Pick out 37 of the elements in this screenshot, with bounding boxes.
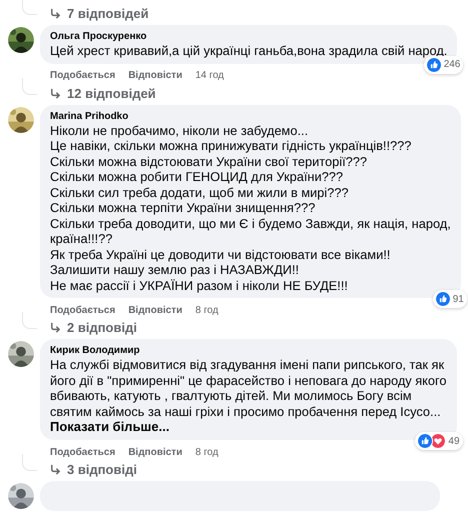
- see-more-link[interactable]: Показати більше...: [50, 419, 447, 435]
- thread-connector: [22, 454, 37, 471]
- thread-connector: [22, 78, 37, 94]
- thread-connector: [22, 0, 37, 15]
- reply-arrow-icon: [50, 464, 61, 475]
- comment-action-link[interactable]: Подобається: [50, 70, 116, 81]
- comment-action-link[interactable]: Подобається: [50, 304, 116, 316]
- timestamp[interactable]: 8 год: [195, 446, 218, 458]
- thread-connector: [22, 312, 37, 329]
- view-replies-link[interactable]: 2 відповіді: [67, 320, 137, 335]
- heart-icon: [430, 433, 446, 449]
- comment-text: Цей хрест кривавий,а цій українці ганьба,вона зрадила свій народ.: [50, 43, 448, 58]
- author-name[interactable]: Кирик Володимир: [50, 344, 447, 357]
- view-replies-link[interactable]: 7 відповідей: [67, 6, 149, 21]
- comment-action-link[interactable]: Відповісти: [128, 304, 182, 316]
- view-replies-link[interactable]: 3 відповіді: [67, 462, 137, 477]
- comment-action-link[interactable]: Відповісти: [128, 70, 182, 81]
- comment-text: Ніколи не пробачимо, ніколи не забудемо... Це навіки, скільки можна принижувати гідність українців!!??? Скільки можна відстоювати України свої території??? Скільки можна робити ГЕНОЦИД для України??? Скільки сил треба додати, щоб ми жили в мирі??? Скільки можна терпіти України знищення??? Скільки треба доводити, що ми Є і будемо Завжди, як нація, народ, країна!!!?? Як треба Україні це доводити чи відстоювати все віками!! Залишити нашу землю раз і НАЗАВЖДИ!! Не має рассії і УКРАЇНИ разом і ніколи НЕ БУДЕ!!!: [50, 122, 451, 293]
- comment-action-link[interactable]: Відповісти: [128, 446, 182, 458]
- reaction-count: 246: [444, 59, 460, 70]
- reaction-count: 49: [448, 436, 460, 446]
- reactions-badge[interactable]: 91: [432, 290, 467, 308]
- reply-arrow-icon: [50, 322, 61, 333]
- comment-action-link[interactable]: Подобається: [50, 446, 116, 458]
- comment-text: На службі відмовитися від згадування імені папи рипського, так як його дії в "примиренні" це фарасейство і неповага до народу якого вбивають, катують , гвалтують дітей. Ми молимось Богу всім святим каймось за наші гріхи і просимо пробачення перед Ісусо...: [50, 357, 447, 419]
- thumbs-up-icon: [417, 433, 434, 449]
- reply-arrow-icon: [50, 88, 61, 98]
- reaction-count: 91: [452, 294, 464, 304]
- thumbs-up-icon: [426, 56, 442, 72]
- timestamp[interactable]: 8 год: [195, 304, 218, 316]
- author-name[interactable]: Ольга Проскуренко: [50, 30, 448, 43]
- timestamp[interactable]: 14 год: [195, 70, 224, 81]
- view-replies-link[interactable]: 12 відповідей: [67, 86, 156, 100]
- thumbs-up-icon: [434, 291, 451, 307]
- reply-arrow-icon: [50, 8, 61, 19]
- author-name[interactable]: Marina Prihodko: [50, 110, 451, 122]
- reactions-badge[interactable]: 49: [415, 432, 463, 450]
